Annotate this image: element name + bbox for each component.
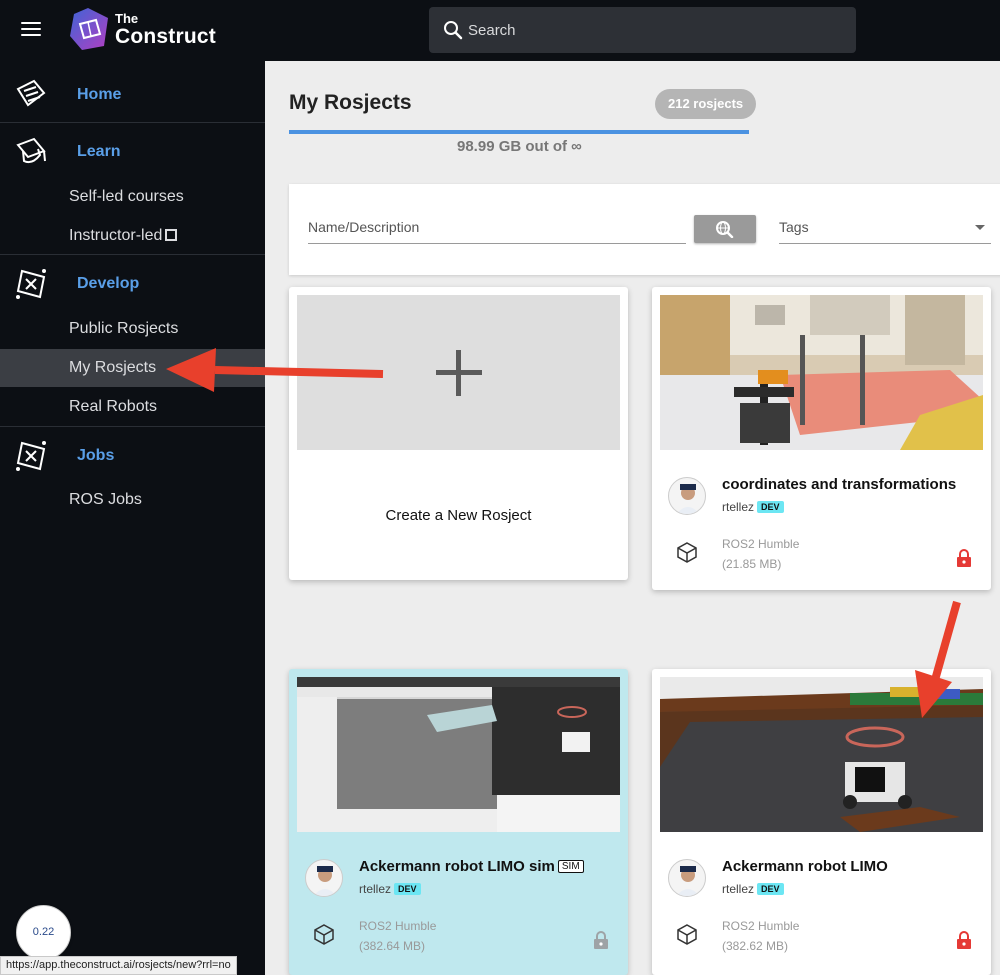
sidebar-label-my-rosjects: My Rosjects [69, 359, 157, 376]
rosject-count-badge: 212 rosjects [655, 89, 757, 119]
storage-text: 98.99 GB out of ∞ [457, 138, 582, 155]
sidebar-label-self-led: Self-led courses [69, 188, 184, 205]
rosject-distro: ROS2 Humble [359, 919, 437, 933]
sidebar-item-self-led-courses[interactable]: Self-led courses [0, 178, 265, 216]
search-input[interactable]: Search [429, 7, 856, 53]
rosject-card[interactable]: Ackermann robot LIMO sim SIM rtellez DEV R… [289, 669, 628, 975]
name-description-placeholder: Name/Description [308, 219, 420, 235]
lock-icon[interactable] [956, 930, 972, 950]
sidebar-label-jobs: Jobs [77, 447, 115, 464]
create-rosject-label: Create a New Rosject [385, 507, 532, 524]
rosject-distro: ROS2 Humble [722, 919, 800, 933]
top-bar: The Construct Search [0, 0, 1000, 61]
sidebar: Home Learn Self-led courses Instructor-l… [0, 61, 265, 975]
name-description-input[interactable]: Name/Description [308, 219, 686, 244]
avatar-image [676, 866, 700, 896]
rosject-size: (382.62 MB) [722, 939, 789, 953]
sidebar-item-home[interactable]: Home [0, 61, 265, 123]
avatar[interactable] [668, 859, 706, 897]
avatar-image [313, 866, 337, 896]
avatar-image [676, 484, 700, 514]
avatar[interactable] [668, 477, 706, 515]
sidebar-item-ros-jobs[interactable]: ROS Jobs [0, 481, 265, 519]
rosject-card[interactable]: Ackermann robot LIMO rtellez DEV ROS2 Hum… [652, 669, 991, 975]
filter-panel: Name/Description Tags [289, 184, 1000, 275]
logo-text[interactable]: The Construct [115, 12, 216, 48]
tags-select[interactable]: Tags [779, 219, 991, 244]
construct-logo-icon[interactable] [68, 6, 110, 52]
cube-icon [677, 924, 697, 945]
search-globe-icon [716, 221, 734, 238]
tags-placeholder: Tags [779, 219, 809, 235]
zoom-indicator[interactable]: 0.22 [16, 905, 71, 960]
home-icon [16, 79, 46, 107]
lock-icon[interactable] [956, 548, 972, 568]
dev-badge: DEV [757, 501, 784, 513]
rosject-author: rtellez DEV [359, 882, 421, 896]
dev-badge: DEV [757, 883, 784, 895]
rosject-size: (382.64 MB) [359, 939, 426, 953]
sidebar-item-jobs[interactable]: Jobs [0, 427, 265, 483]
rosject-title[interactable]: Ackermann robot LIMO [722, 858, 888, 875]
hamburger-menu-icon[interactable] [21, 22, 41, 38]
create-rosject-card[interactable]: Create a New Rosject [289, 287, 628, 580]
sidebar-label-ros-jobs: ROS Jobs [69, 491, 142, 508]
logo-small-text: The [115, 11, 139, 26]
sidebar-label-real-robots: Real Robots [69, 398, 158, 415]
author-name: rtellez [359, 882, 392, 896]
sidebar-item-public-rosjects[interactable]: Public Rosjects [0, 310, 265, 348]
author-name: rtellez [722, 500, 755, 514]
search-icon [444, 21, 463, 40]
instructor-led-wrap: Instructor-led [69, 227, 178, 245]
rosject-thumbnail [660, 295, 983, 450]
filter-search-button[interactable] [694, 215, 756, 243]
rosject-size: (21.85 MB) [722, 557, 782, 571]
graduation-cap-icon [16, 137, 46, 164]
jobs-icon [16, 441, 46, 471]
develop-icon [16, 269, 46, 299]
external-link-icon [165, 229, 178, 241]
rosject-title-text: Ackermann robot LIMO sim [359, 858, 555, 875]
cube-icon [314, 924, 334, 945]
rosject-thumbnail [297, 677, 620, 832]
sidebar-label-develop: Develop [77, 275, 140, 292]
chevron-down-icon [975, 225, 985, 230]
sidebar-item-real-robots[interactable]: Real Robots [0, 388, 265, 426]
author-name: rtellez [722, 882, 755, 896]
rosject-author: rtellez DEV [722, 882, 784, 896]
sidebar-label-home: Home [77, 86, 122, 103]
sidebar-label-instructor-led: Instructor-led [69, 227, 163, 244]
rosject-title[interactable]: Ackermann robot LIMO sim SIM [359, 858, 584, 875]
storage-progress-bar [289, 130, 749, 134]
create-thumbnail [297, 295, 620, 450]
rosject-distro: ROS2 Humble [722, 537, 800, 551]
dev-badge: DEV [394, 883, 421, 895]
cube-icon [677, 542, 697, 563]
sidebar-item-develop[interactable]: Develop [0, 255, 265, 313]
lock-icon[interactable] [593, 930, 609, 950]
sidebar-label-public-rosjects: Public Rosjects [69, 320, 179, 337]
main-content: My Rosjects 212 rosjects 98.99 GB out of… [265, 61, 1000, 975]
rosject-title[interactable]: coordinates and transformations [722, 476, 956, 493]
sidebar-label-learn: Learn [77, 143, 121, 160]
rosject-thumbnail [660, 677, 983, 832]
status-url-bar: https://app.theconstruct.ai/rosjects/new… [0, 956, 237, 975]
sidebar-item-instructor-led[interactable]: Instructor-led [0, 217, 265, 255]
logo-big-text: Construct [115, 25, 216, 48]
search-placeholder: Search [468, 22, 516, 39]
avatar[interactable] [305, 859, 343, 897]
sidebar-item-learn[interactable]: Learn [0, 123, 265, 183]
plus-icon-bar [436, 370, 482, 375]
page-title: My Rosjects [289, 91, 412, 114]
sidebar-item-my-rosjects[interactable]: My Rosjects [0, 349, 265, 387]
rosject-card[interactable]: coordinates and transformations rtellez D… [652, 287, 991, 590]
sim-badge: SIM [557, 860, 584, 873]
rosject-author: rtellez DEV [722, 500, 784, 514]
